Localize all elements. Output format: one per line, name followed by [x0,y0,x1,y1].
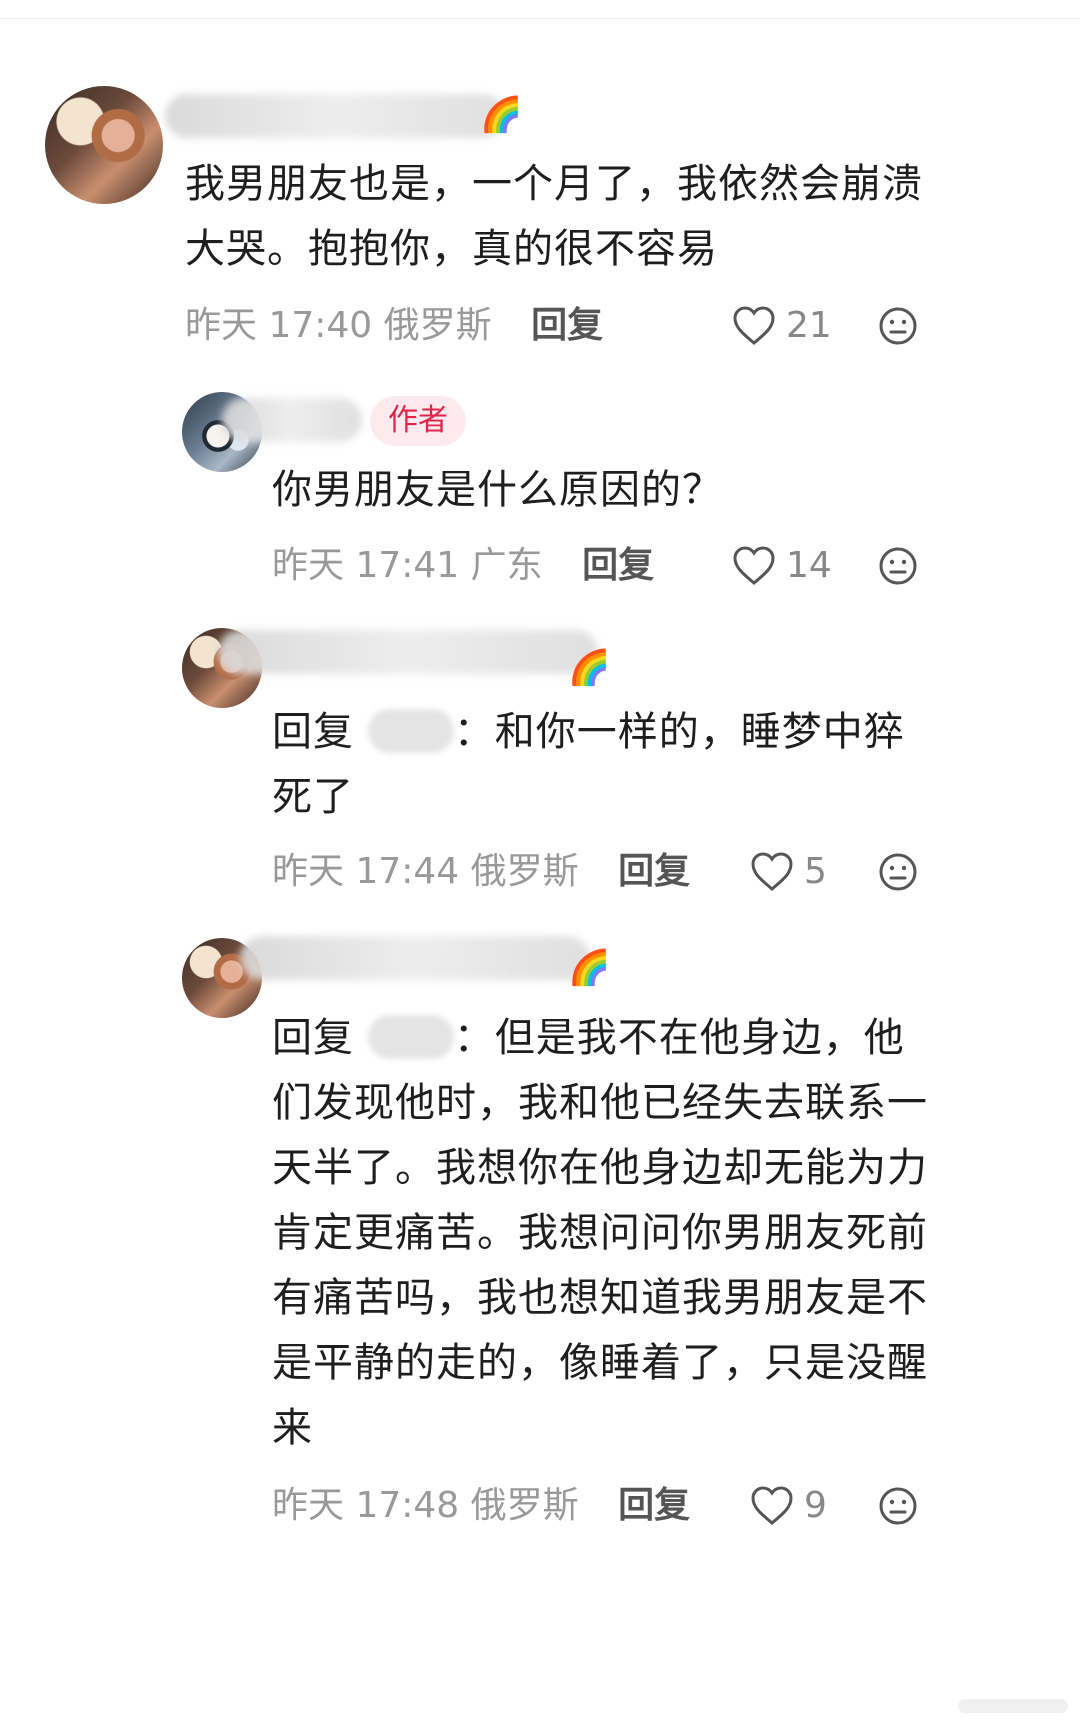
rainbow-emoji-icon: 🌈 [568,948,611,988]
reply-button[interactable]: 回复 [618,1485,690,1526]
comment-time: 昨天 17:48 [272,1485,460,1526]
comment-meta: 昨天 17:48 俄罗斯 回复 [272,1482,690,1530]
comment-location: 俄罗斯 [470,1485,579,1526]
reply-content: ：但是我不在他身边，他们发现他时，我和他已经失去联系一天半了。我想你在他身边却无… [272,1015,928,1451]
reply-prefix: 回复 [272,1015,354,1061]
like-button[interactable]: 9 [750,1482,827,1530]
like-count: 9 [804,1485,827,1526]
comment-text: 回复 ：但是我不在他身边，他们发现他时，我和他已经失去联系一天半了。我想你在他身… [272,1006,932,1461]
neutral-face-icon[interactable] [878,1486,918,1526]
comment-4: 🌈 回复 ：但是我不在他身边，他们发现他时，我和他已经失去联系一天半了。我想你在… [0,0,1080,1560]
username-blurred[interactable] [240,936,590,980]
mention-blurred[interactable] [367,1015,454,1059]
watermark-blurred [958,1699,1068,1713]
heart-icon [751,1486,793,1525]
